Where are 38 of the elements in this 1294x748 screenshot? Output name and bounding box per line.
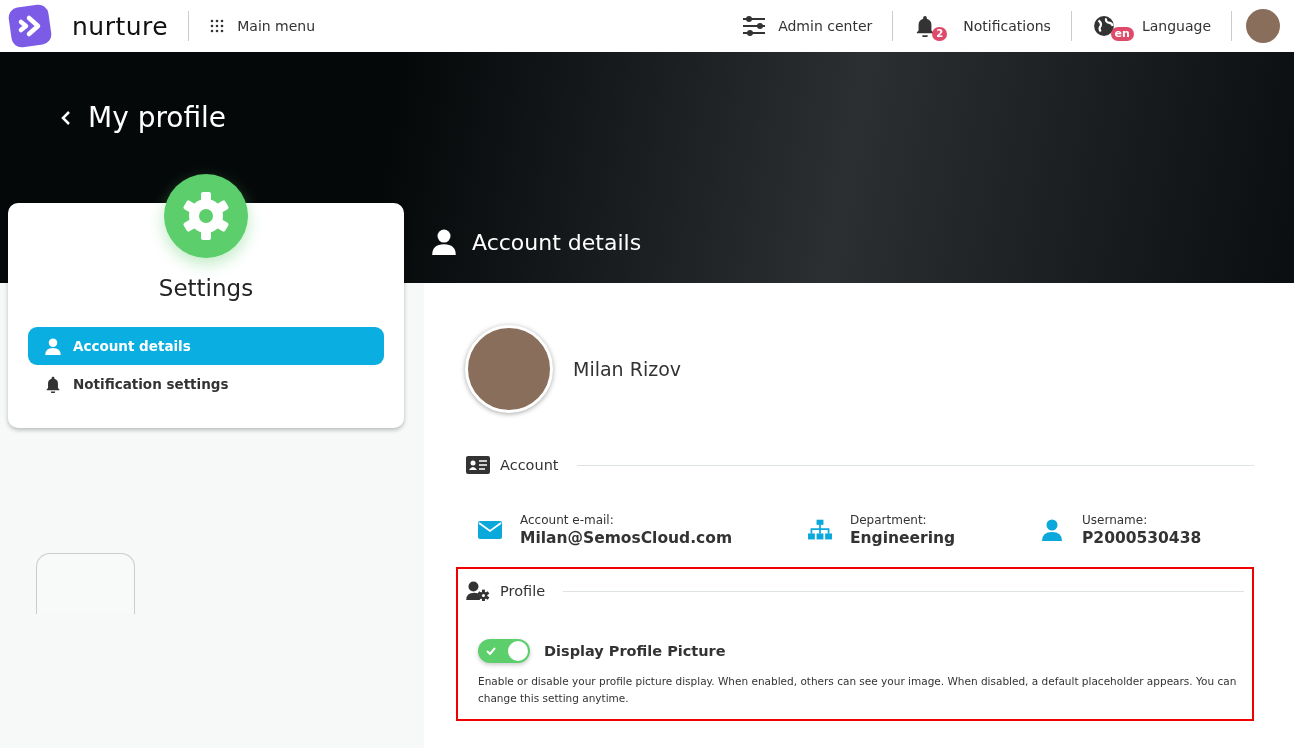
user-icon [45, 337, 61, 355]
field-value: Milan@SemosCloud.com [520, 529, 733, 547]
back-chevron-icon[interactable] [60, 109, 72, 126]
admin-center-button[interactable]: Admin center [722, 6, 893, 46]
profile-name: Milan Rizov [573, 358, 681, 380]
notification-count: 2 [932, 27, 948, 41]
language-button[interactable]: en Language [1071, 6, 1231, 46]
org-chart-icon [808, 519, 832, 541]
toggle-label: Display Profile Picture [544, 643, 726, 659]
account-heading: Account [500, 457, 559, 473]
field-value: P2000530438 [1082, 529, 1202, 547]
profile-heading: Profile [500, 583, 546, 599]
logo-icon[interactable] [8, 4, 52, 48]
settings-title: Settings [158, 275, 254, 301]
toggle-switch[interactable] [478, 639, 530, 663]
envelope-icon [478, 519, 502, 541]
bell-icon [45, 375, 61, 393]
page-title: My profile [88, 101, 227, 134]
field-label: Account e-mail: [520, 513, 615, 527]
sidebar-item[interactable]: Notification settings [28, 365, 384, 403]
user-gear-icon [466, 581, 490, 601]
field-label: Department: [850, 513, 928, 527]
setting-description: Enable or disable your profile picture display. When enabled, others can see your image. When disabled, a default placeholder appears. You can change this setting anytime. [478, 674, 1238, 706]
field-label: Username: [1082, 513, 1149, 527]
grid-icon [209, 18, 226, 34]
field-value: Engineering [850, 529, 956, 547]
language-badge: en [1110, 27, 1134, 41]
id-card-icon [466, 455, 490, 475]
section-title: Account details [472, 229, 642, 255]
user-icon [1040, 519, 1064, 541]
user-icon [432, 229, 456, 255]
brand-name: nurture [72, 11, 169, 41]
globe-icon [1091, 15, 1116, 37]
sliders-icon [742, 15, 767, 37]
notifications-button[interactable]: 2 Notifications [893, 6, 1071, 46]
main-menu-button[interactable]: Main menu [189, 6, 336, 46]
user-avatar[interactable] [1246, 9, 1280, 43]
check-icon [486, 647, 496, 655]
